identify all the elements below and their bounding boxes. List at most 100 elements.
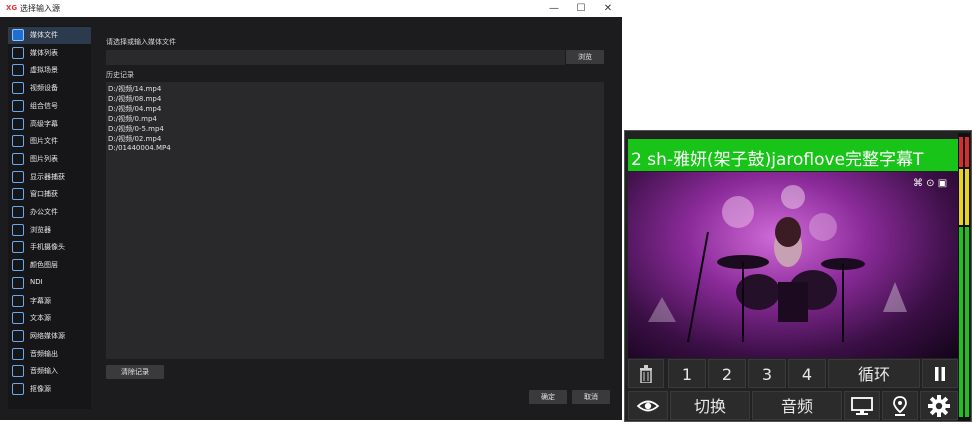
color-layer-icon — [12, 259, 24, 272]
sidebar-item-label: 音频输入 — [30, 367, 58, 376]
audio-level-meter — [958, 133, 970, 421]
history-item[interactable]: D:/视频/14.mp4 — [108, 84, 161, 94]
sidebar-item[interactable]: 组合信号 — [8, 98, 91, 115]
sidebar-item-label: 视频设备 — [30, 84, 58, 93]
audio-input-icon — [12, 365, 24, 378]
pause-button[interactable] — [922, 359, 958, 388]
sidebar-item[interactable]: 办公文件 — [8, 204, 91, 221]
media-list-icon — [12, 46, 24, 59]
sidebar-item-label: 网络媒体源 — [30, 331, 65, 340]
visibility-button[interactable] — [628, 391, 668, 420]
sidebar-item[interactable]: 手机摄像头 — [8, 239, 91, 256]
clear-history-button[interactable]: 清除记录 — [106, 365, 164, 379]
sidebar-item[interactable]: 虚拟场景 — [8, 62, 91, 79]
text-source-icon — [12, 312, 24, 325]
sidebar-item[interactable]: 媒体文件 — [8, 27, 91, 44]
sidebar-item[interactable]: 音频输入 — [8, 363, 91, 380]
history-list[interactable]: D:/视频/14.mp4 D:/视频/08.mp4 D:/视频/04.mp4 D:/视… — [106, 82, 604, 359]
sidebar-item-label: 抠像源 — [30, 385, 51, 393]
sidebar-item-label: 文本源 — [30, 314, 51, 323]
preview-title-bar: 2 sh-雅妍(架子鼓)jaroflove完整字幕T — [628, 139, 958, 171]
video-preview: ⌘ ⊙ ▣ — [628, 172, 958, 358]
drum-performance-frame: ⌘ ⊙ ▣ — [648, 178, 947, 343]
sidebar-item[interactable]: 窗口捕获 — [8, 186, 91, 203]
sidebar-item[interactable]: 图片列表 — [8, 151, 91, 168]
settings-button[interactable] — [920, 391, 958, 420]
sidebar-item[interactable]: 图片文件 — [8, 133, 91, 150]
sidebar-item-label: 显示器捕获 — [30, 172, 65, 181]
channel-4-button[interactable]: 4 — [788, 359, 826, 388]
channel-logo: ⌘ ⊙ ▣ — [913, 178, 947, 189]
sidebar-item[interactable]: 媒体列表 — [8, 45, 91, 62]
preview-title: 2 sh-雅妍(架子鼓)jaroflove完整字幕T — [631, 150, 924, 170]
sidebar-item-label: 浏览器 — [30, 225, 51, 234]
browse-button[interactable]: 浏览 — [566, 50, 604, 64]
history-item[interactable]: D:/视频/04.mp4 — [108, 104, 161, 114]
sidebar-item[interactable]: 网络媒体源 — [8, 328, 91, 345]
sidebar-item[interactable]: 音频输出 — [8, 346, 91, 363]
caption-source-icon — [12, 294, 24, 307]
sidebar-item-label: 办公文件 — [30, 208, 58, 216]
sidebar-item[interactable]: NDI — [8, 275, 91, 292]
history-label: 历史记录 — [106, 71, 134, 79]
sidebar-item-label: 字幕源 — [30, 296, 51, 305]
eye-icon — [636, 400, 660, 412]
sidebar-item-label: 媒体列表 — [30, 48, 58, 57]
delete-button[interactable] — [628, 359, 664, 388]
monitor-icon — [851, 397, 873, 415]
sidebar-item-label: 颜色图层 — [30, 261, 58, 270]
office-file-icon — [12, 206, 24, 218]
history-item[interactable]: D:/视频/08.mp4 — [108, 94, 161, 104]
sidebar-item-label: 图片列表 — [30, 154, 58, 163]
sidebar-item[interactable]: 颜色图层 — [8, 257, 91, 274]
sidebar-item[interactable]: 字幕源 — [8, 293, 91, 310]
media-file-icon — [12, 29, 24, 41]
ok-button[interactable]: 确定 — [529, 390, 567, 404]
switch-button[interactable]: 切换 — [670, 391, 750, 420]
channel-1-button[interactable]: 1 — [668, 359, 706, 388]
title-bar: XG 选择输入源 — ☐ ✕ — [0, 0, 622, 17]
monitor-capture-icon — [12, 170, 24, 183]
audio-output-icon — [12, 347, 24, 360]
window-capture-icon — [12, 188, 24, 201]
minimize-button[interactable]: — — [543, 1, 565, 16]
audio-button[interactable]: 音频 — [752, 391, 842, 420]
sidebar-item-label: 图片文件 — [30, 137, 58, 146]
sidebar-item-label: NDI — [30, 277, 43, 286]
source-preview-panel: 2 sh-雅妍(架子鼓)jaroflove完整字幕T ⌘ ⊙ ▣ 1 2 3 4… — [624, 130, 972, 422]
loop-button[interactable]: 循环 — [828, 359, 920, 388]
history-item[interactable]: D:/视频/0.mp4 — [108, 114, 157, 124]
sidebar-item[interactable]: 抠像源 — [8, 381, 91, 398]
history-item[interactable]: D:/01440004.MP4 — [108, 144, 171, 152]
trash-icon — [640, 365, 652, 384]
playback-controls-row: 1 2 3 4 循环 — [628, 359, 958, 388]
ndi-icon — [12, 276, 24, 289]
channel-2-button[interactable]: 2 — [708, 359, 746, 388]
sidebar-item[interactable]: 高级字幕 — [8, 116, 91, 133]
maximize-button[interactable]: ☐ — [570, 1, 592, 16]
sidebar-item-label: 组合信号 — [30, 101, 58, 110]
select-input-source-dialog: XG 选择输入源 — ☐ ✕ 媒体文件媒体列表虚拟场景视频设备组合信号高级字幕图… — [0, 0, 622, 420]
location-button[interactable] — [882, 391, 918, 420]
advanced-caption-icon — [12, 117, 24, 130]
cancel-button[interactable]: 取消 — [572, 390, 610, 404]
sidebar-item[interactable]: 文本源 — [8, 310, 91, 327]
channel-3-button[interactable]: 3 — [748, 359, 786, 388]
media-path-input[interactable] — [106, 50, 565, 65]
phone-camera-icon — [12, 241, 24, 254]
action-controls-row: 切换 音频 — [628, 391, 958, 420]
monitor-button[interactable] — [844, 391, 880, 420]
browser-icon — [12, 223, 24, 236]
history-item[interactable]: D:/视频/02.mp4 — [108, 134, 161, 144]
sidebar-item[interactable]: 显示器捕获 — [8, 169, 91, 186]
app-logo: XG — [6, 4, 18, 12]
sidebar-item-label: 高级字幕 — [30, 119, 58, 128]
gear-icon — [928, 395, 950, 417]
history-item[interactable]: D:/视频/0-5.mp4 — [108, 124, 164, 134]
location-pin-icon — [893, 396, 907, 416]
close-button[interactable]: ✕ — [597, 1, 619, 16]
sidebar-item[interactable]: 视频设备 — [8, 80, 91, 97]
image-file-icon — [12, 135, 24, 148]
sidebar-item[interactable]: 浏览器 — [8, 222, 91, 239]
file-prompt-label: 请选择或输入媒体文件 — [106, 38, 176, 46]
